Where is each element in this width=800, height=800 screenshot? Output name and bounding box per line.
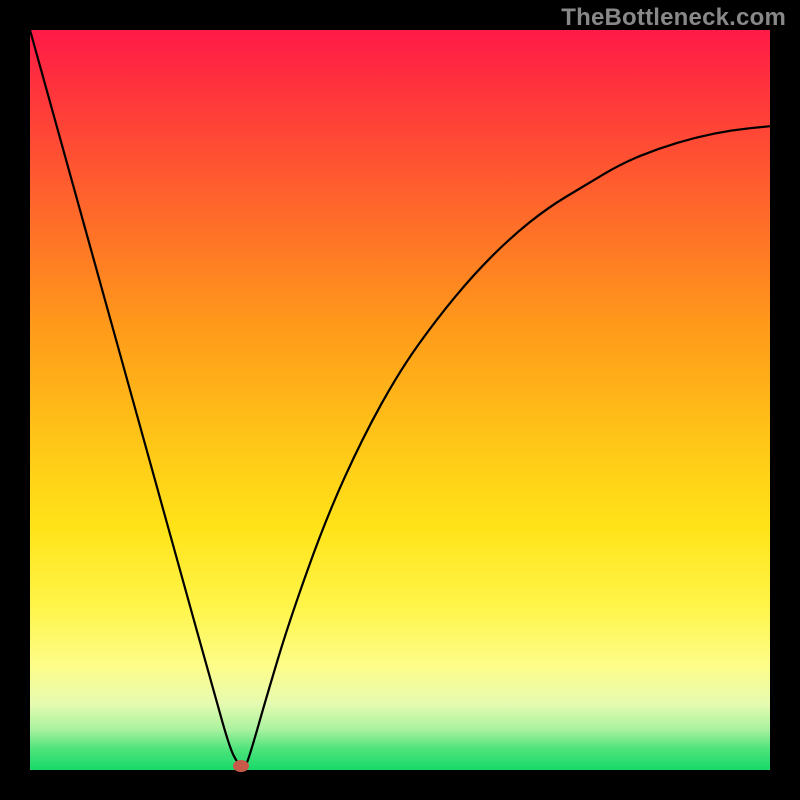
minimum-marker — [233, 760, 249, 772]
chart-canvas: TheBottleneck.com — [0, 0, 800, 800]
watermark-text: TheBottleneck.com — [561, 4, 786, 32]
plot-area — [30, 30, 770, 770]
curve-svg — [30, 30, 770, 770]
curve-path — [30, 30, 770, 767]
